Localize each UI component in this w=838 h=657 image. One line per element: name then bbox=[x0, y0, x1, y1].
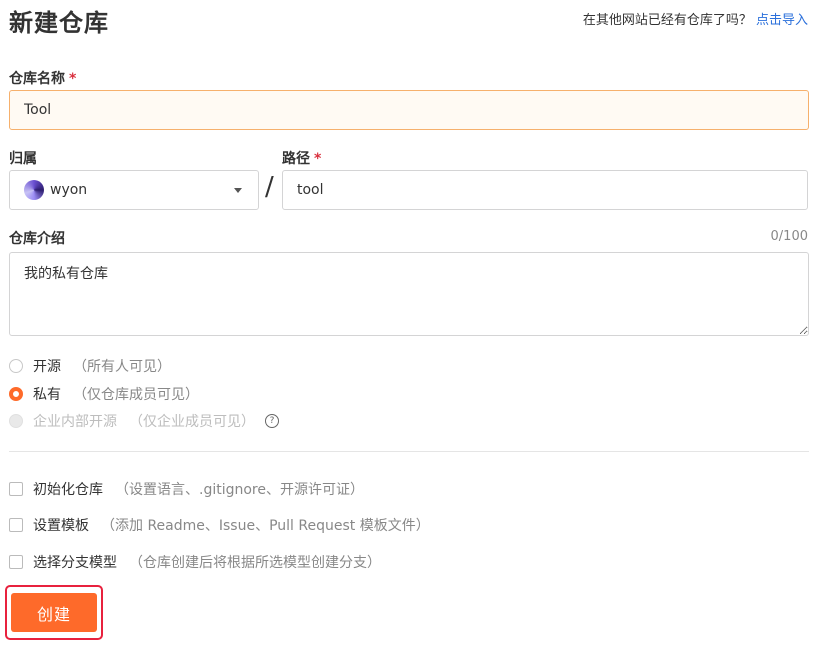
divider bbox=[9, 451, 809, 452]
chevron-down-icon bbox=[234, 187, 242, 193]
option-label: 设置模板 bbox=[33, 518, 89, 534]
owner-selected-value: wyon bbox=[50, 182, 88, 198]
visibility-label: 开源 bbox=[33, 359, 61, 375]
option-label: 选择分支模型 bbox=[33, 555, 117, 571]
visibility-option-private[interactable]: 私有 （仅仓库成员可见） bbox=[9, 384, 199, 404]
visibility-label: 私有 bbox=[33, 387, 61, 403]
visibility-option-enterprise: 企业内部开源 （仅企业成员可见） ? bbox=[9, 411, 279, 431]
option-hint: （设置语言、.gitignore、开源许可证） bbox=[115, 482, 364, 498]
checkbox-init-repo[interactable] bbox=[9, 482, 23, 496]
option-template[interactable]: 设置模板 （添加 Readme、Issue、Pull Request 模板文件） bbox=[9, 515, 430, 535]
owner-label: 归属 bbox=[9, 151, 37, 167]
checkbox-branch-model[interactable] bbox=[9, 555, 23, 569]
owner-select[interactable]: wyon bbox=[9, 170, 259, 210]
radio-private[interactable] bbox=[9, 387, 23, 401]
option-hint: （添加 Readme、Issue、Pull Request 模板文件） bbox=[101, 518, 430, 534]
path-label: 路径 * bbox=[282, 148, 321, 168]
avatar bbox=[24, 180, 44, 200]
description-textarea[interactable]: 我的私有仓库 bbox=[9, 252, 809, 336]
repo-name-label-text: 仓库名称 bbox=[9, 71, 65, 87]
option-hint: （仓库创建后将根据所选模型创建分支） bbox=[129, 555, 381, 571]
radio-public[interactable] bbox=[9, 359, 23, 373]
page-title: 新建仓库 bbox=[9, 9, 109, 37]
description-label: 仓库介绍 bbox=[9, 231, 65, 247]
visibility-hint: （所有人可见） bbox=[73, 359, 171, 375]
import-prompt-text: 在其他网站已经有仓库了吗？ bbox=[582, 13, 752, 28]
path-label-text: 路径 bbox=[282, 151, 310, 167]
path-separator: / bbox=[265, 172, 274, 202]
create-button[interactable]: 创建 bbox=[11, 593, 97, 632]
visibility-label: 企业内部开源 bbox=[33, 414, 117, 430]
option-branch-model[interactable]: 选择分支模型 （仓库创建后将根据所选模型创建分支） bbox=[9, 552, 381, 572]
path-input[interactable] bbox=[282, 170, 808, 210]
required-mark: * bbox=[69, 71, 77, 87]
option-init-repo[interactable]: 初始化仓库 （设置语言、.gitignore、开源许可证） bbox=[9, 479, 364, 499]
visibility-option-public[interactable]: 开源 （所有人可见） bbox=[9, 356, 171, 376]
import-prompt: 在其他网站已经有仓库了吗？ 点击导入 bbox=[583, 9, 808, 28]
radio-enterprise bbox=[9, 414, 23, 428]
description-counter: 0/100 bbox=[770, 229, 808, 244]
question-circle-icon[interactable]: ? bbox=[265, 414, 279, 428]
visibility-hint: （仅仓库成员可见） bbox=[73, 387, 199, 403]
option-label: 初始化仓库 bbox=[33, 482, 103, 498]
import-link[interactable]: 点击导入 bbox=[756, 13, 808, 28]
repo-name-input[interactable] bbox=[9, 90, 809, 130]
visibility-hint: （仅企业成员可见） bbox=[129, 414, 255, 430]
required-mark: * bbox=[314, 151, 322, 167]
repo-name-label: 仓库名称 * bbox=[9, 68, 76, 88]
checkbox-template[interactable] bbox=[9, 518, 23, 532]
